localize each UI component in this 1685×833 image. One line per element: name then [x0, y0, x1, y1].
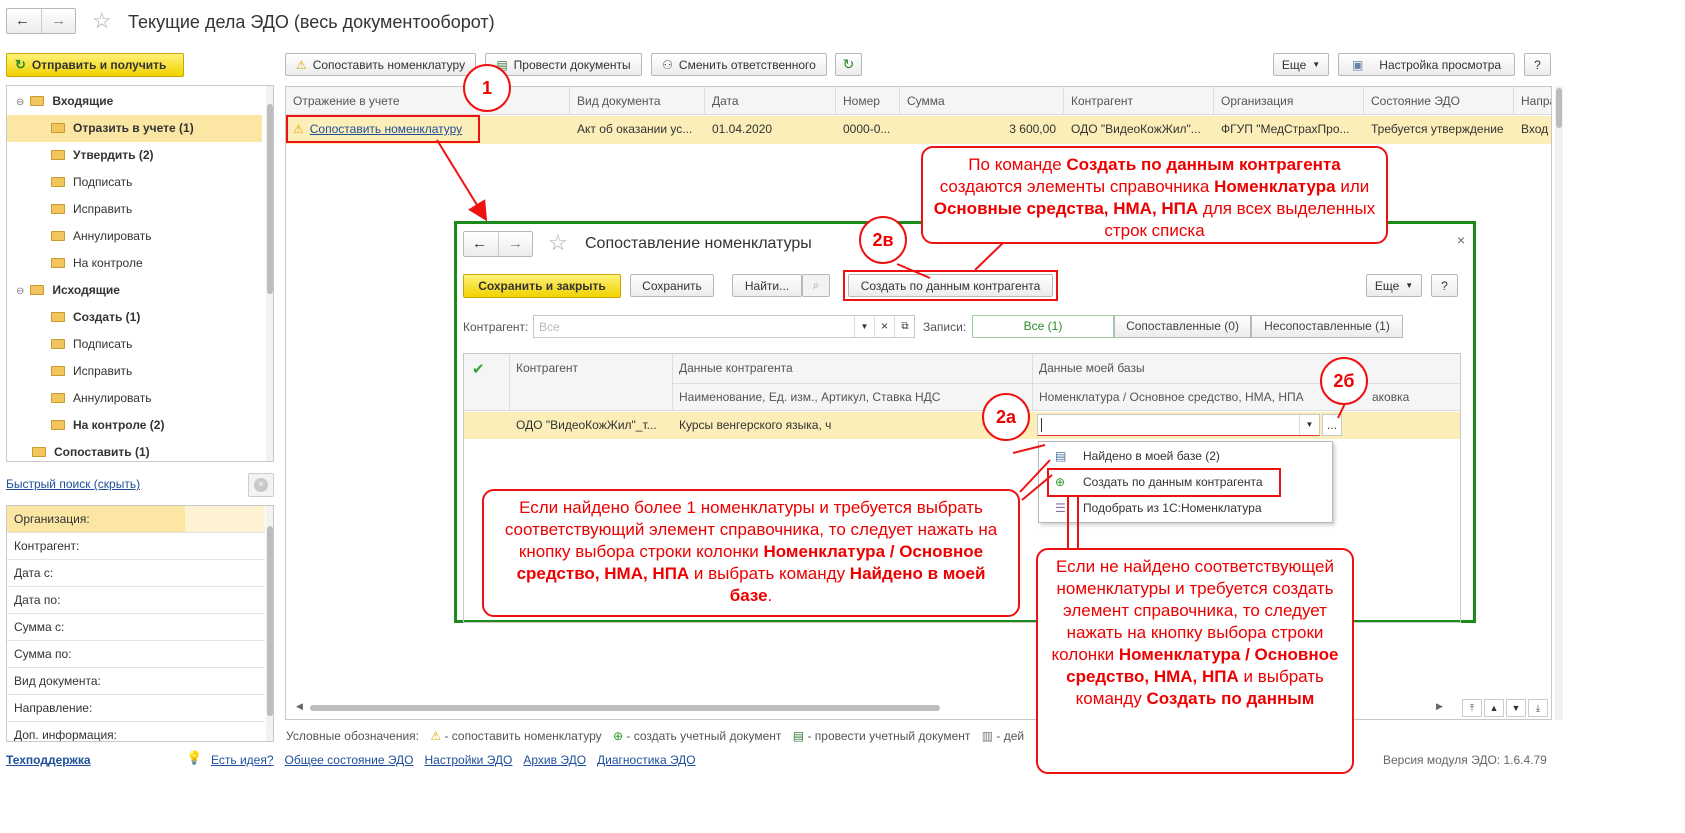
callout-1: 1: [463, 64, 511, 112]
callout-2v: 2в: [859, 216, 907, 264]
highlight-match-link: [286, 115, 480, 143]
callout-found-note: Если найдено более 1 номенклатуры и треб…: [482, 489, 1020, 617]
callout-notfound-note: Если не найдено соответствующей номенкла…: [1036, 548, 1354, 774]
annotation-arrows: [436, 139, 1351, 548]
callout-2b: 2б: [1320, 357, 1368, 405]
callout-create-note: По команде Создать по данным контрагента…: [921, 146, 1388, 244]
callout-2a: 2а: [982, 393, 1030, 441]
